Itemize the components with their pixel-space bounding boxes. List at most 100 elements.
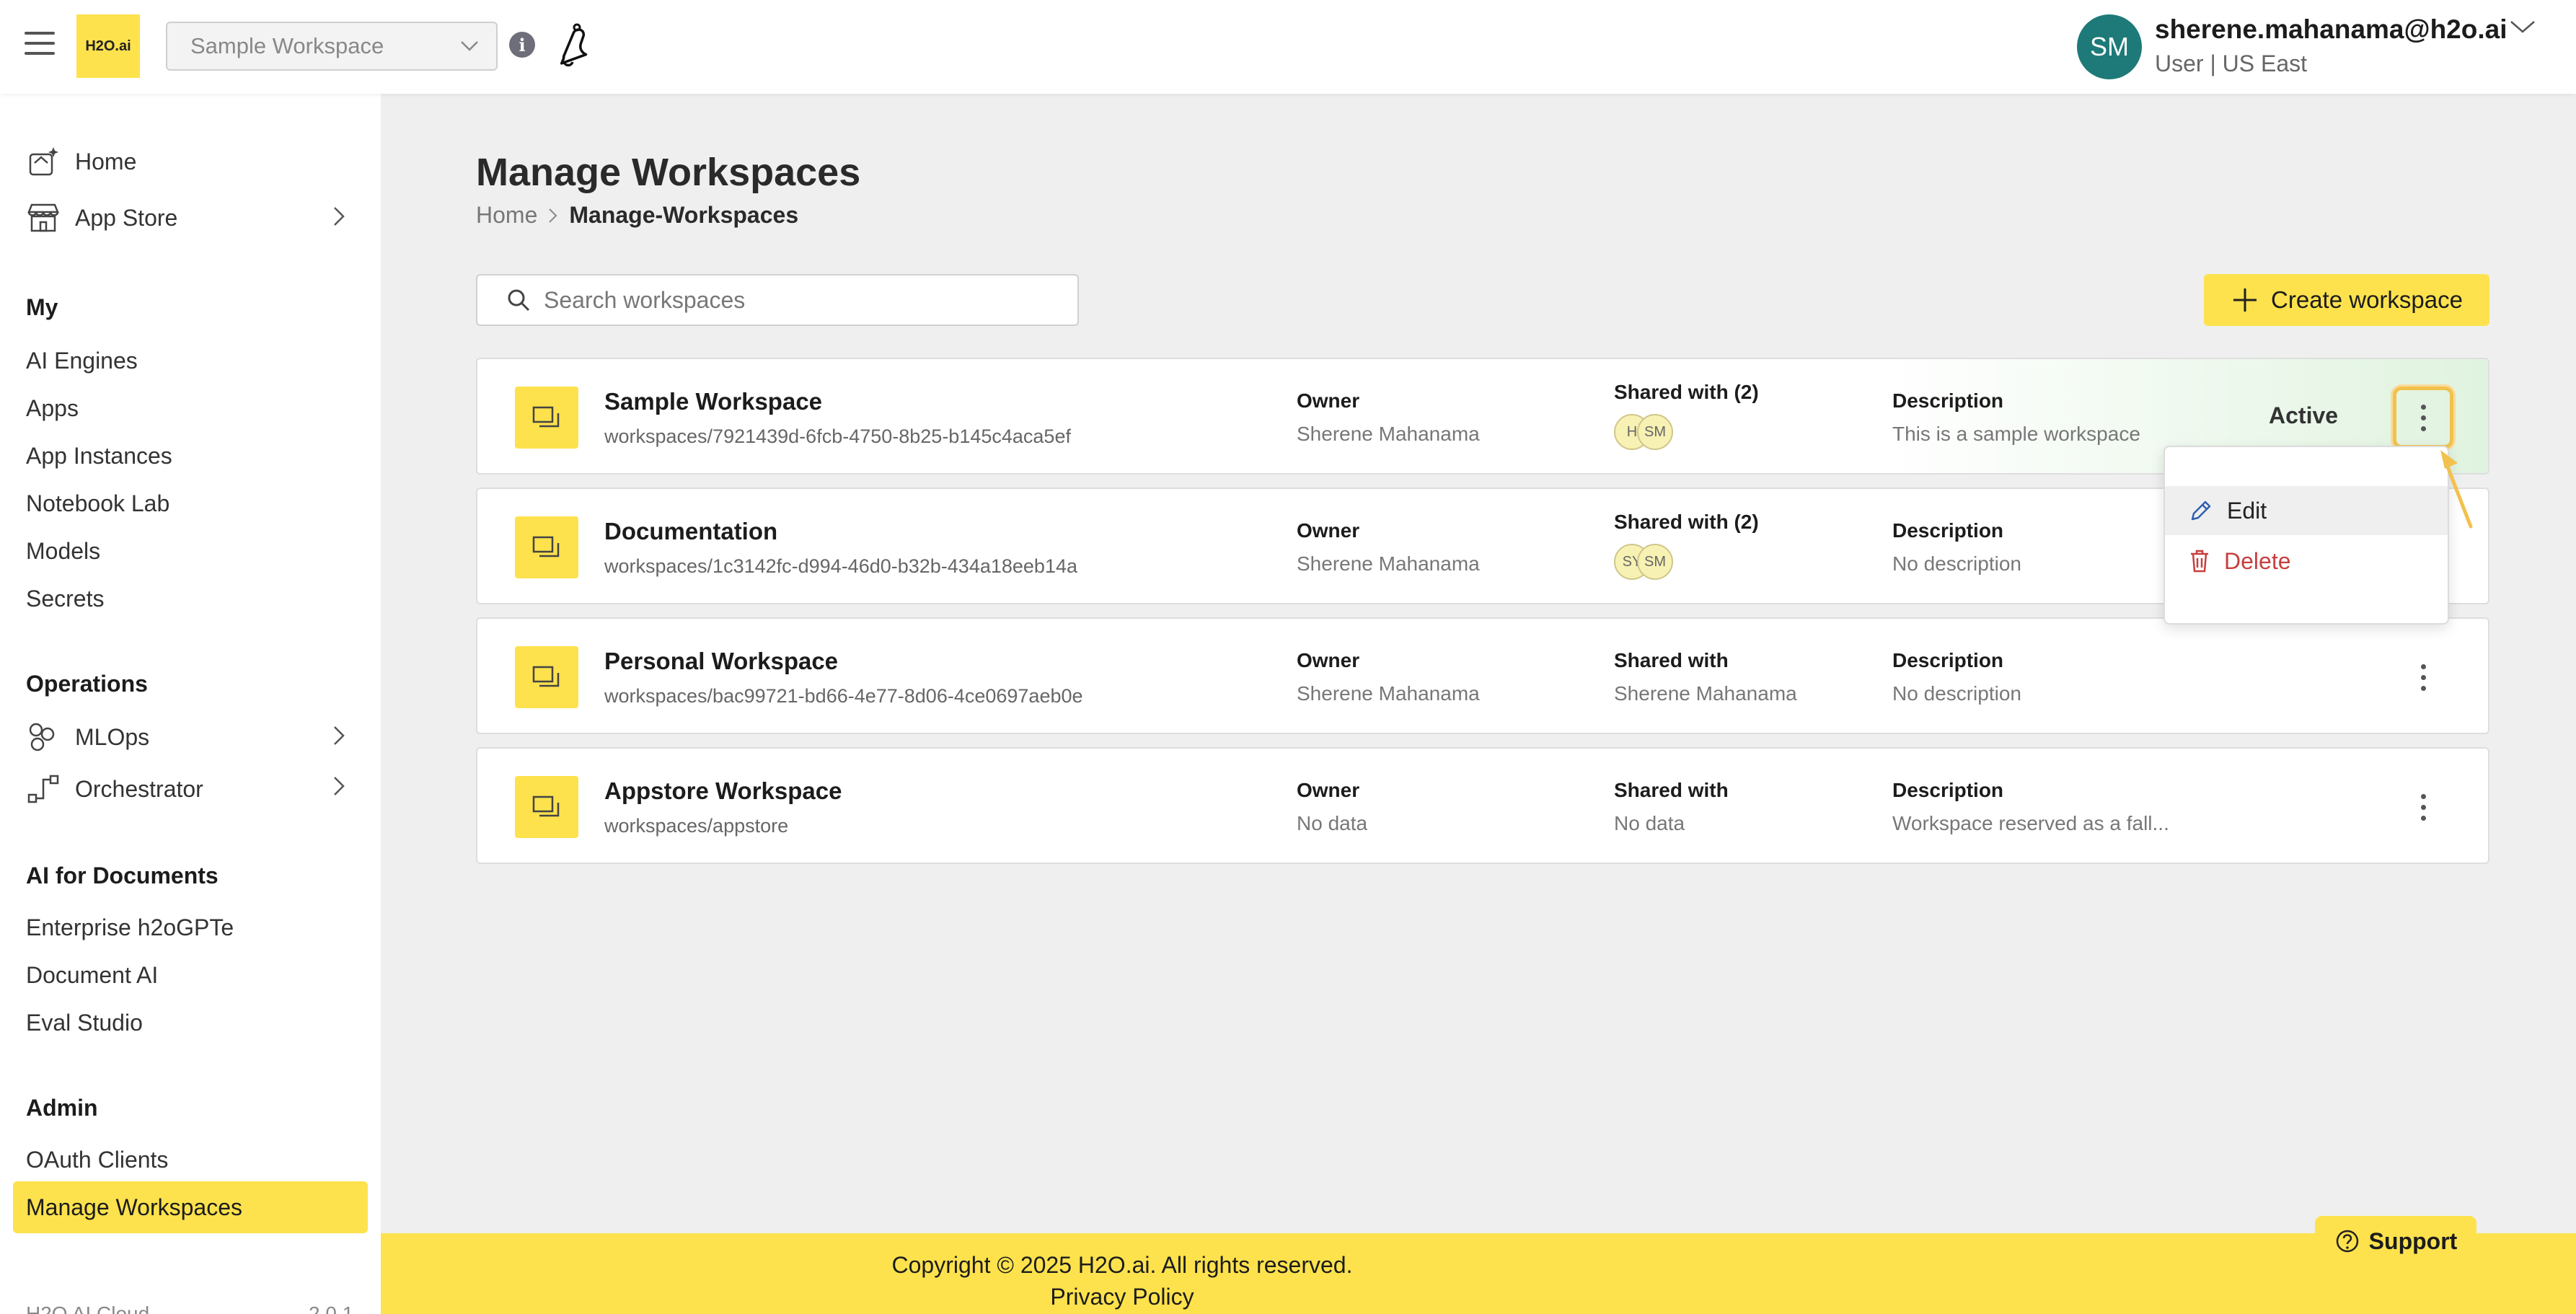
shared-avatars[interactable]: SY SM xyxy=(1614,544,1673,580)
orchestrator-icon xyxy=(27,775,59,803)
support-label: Support xyxy=(2368,1227,2458,1254)
workspace-icon xyxy=(515,776,578,838)
workspace-selector-value: Sample Workspace xyxy=(190,33,384,58)
breadcrumb-current: Manage-Workspaces xyxy=(569,202,799,228)
hamburger-menu-icon[interactable] xyxy=(25,32,55,61)
more-options-icon[interactable] xyxy=(2393,776,2453,838)
workspace-path: workspaces/bac99721-bd66-4e77-8d06-4ce06… xyxy=(604,685,1083,707)
user-email[interactable]: sherene.mahanama@h2o.ai xyxy=(2155,14,2507,45)
owner-value: Sherene Mahanama xyxy=(1297,682,1480,705)
home-icon xyxy=(29,147,58,176)
user-role-region: User | US East xyxy=(2155,50,2308,76)
privacy-policy-link[interactable]: Privacy Policy xyxy=(381,1284,1863,1310)
pencil-icon xyxy=(2191,501,2211,521)
status-badge: Active xyxy=(2269,402,2339,428)
delete-label: Delete xyxy=(2224,547,2291,574)
workspace-path: workspaces/1c3142fc-d994-46d0-b32b-434a1… xyxy=(604,555,1077,577)
annotation-arrow-icon xyxy=(2440,450,2473,529)
create-workspace-label: Create workspace xyxy=(2271,286,2463,313)
workspace-name[interactable]: Documentation xyxy=(604,518,777,545)
support-button[interactable]: Support xyxy=(2315,1216,2476,1266)
sidebar-item-app-store[interactable]: App Store xyxy=(26,200,177,235)
delete-menu-item[interactable]: Delete xyxy=(2165,537,2448,586)
workspace-path: workspaces/appstore xyxy=(604,815,789,837)
owner-value: Sherene Mahanama xyxy=(1297,423,1480,445)
breadcrumb-home[interactable]: Home xyxy=(476,202,537,229)
chevron-right-icon[interactable] xyxy=(330,203,348,229)
shared-avatar: SM xyxy=(1637,544,1673,580)
avatar[interactable]: SM xyxy=(2077,14,2142,79)
workspace-selector[interactable]: Sample Workspace xyxy=(166,22,498,71)
workspace-context-menu: Edit Delete xyxy=(2163,446,2449,625)
sidebar xyxy=(0,94,381,1314)
owner-label: Owner xyxy=(1297,519,1360,542)
sidebar-item-orchestrator[interactable]: Orchestrator xyxy=(26,772,203,806)
edit-menu-item[interactable]: Edit xyxy=(2165,486,2448,535)
shared-with-value: Sherene Mahanama xyxy=(1614,682,1797,705)
search-box[interactable] xyxy=(476,274,1079,326)
description-label: Description xyxy=(1892,649,2004,671)
sidebar-item-secrets[interactable]: Secrets xyxy=(26,586,104,612)
top-header: H2O.ai Sample Workspace i SM sherene.mah… xyxy=(0,0,2576,94)
owner-label: Owner xyxy=(1297,779,1360,801)
sidebar-item-oauth-clients[interactable]: OAuth Clients xyxy=(26,1147,168,1173)
mlops-icon xyxy=(29,723,55,751)
sidebar-section-my: My xyxy=(26,294,58,320)
sidebar-item-ai-engines[interactable]: AI Engines xyxy=(26,348,138,374)
chevron-right-icon[interactable] xyxy=(330,723,348,749)
store-icon xyxy=(27,203,59,232)
sidebar-item-mlops[interactable]: MLOps xyxy=(26,720,149,754)
chevron-down-icon[interactable] xyxy=(2508,16,2537,38)
description-value: No description xyxy=(1892,552,2021,575)
sidebar-item-home[interactable]: Home xyxy=(26,144,136,179)
shared-with-label: Shared with xyxy=(1614,649,1729,671)
info-icon[interactable]: i xyxy=(509,32,535,58)
description-label: Description xyxy=(1892,519,2004,542)
owner-value: No data xyxy=(1297,812,1368,834)
copyright-text: Copyright © 2025 H2O.ai. All rights rese… xyxy=(891,1252,1353,1278)
sidebar-section-operations: Operations xyxy=(26,671,148,697)
workspace-name[interactable]: Appstore Workspace xyxy=(604,777,842,805)
sidebar-item-label: App Store xyxy=(75,204,178,231)
search-input[interactable] xyxy=(544,286,1049,314)
sidebar-item-eval-studio[interactable]: Eval Studio xyxy=(26,1010,143,1036)
workspace-name[interactable]: Sample Workspace xyxy=(604,388,822,415)
workspace-path: workspaces/7921439d-6fcb-4750-8b25-b145c… xyxy=(604,425,1071,447)
chevron-down-icon xyxy=(461,41,478,51)
chevron-right-icon xyxy=(549,208,557,223)
sidebar-item-models[interactable]: Models xyxy=(26,538,100,565)
description-value: Workspace reserved as a fall... xyxy=(1892,812,2169,834)
version-label: H2O AI Cloud xyxy=(26,1302,150,1314)
sidebar-item-label: Home xyxy=(75,148,137,175)
shared-with-label: Shared with (2) xyxy=(1614,381,1759,403)
create-workspace-button[interactable]: Create workspace xyxy=(2204,274,2489,326)
workspace-row[interactable]: Personal Workspace workspaces/bac99721-b… xyxy=(476,617,2489,734)
workspace-name[interactable]: Personal Workspace xyxy=(604,648,838,675)
description-value: No description xyxy=(1892,682,2021,705)
shared-with-label: Shared with (2) xyxy=(1614,511,1759,533)
description-label: Description xyxy=(1892,779,2004,801)
h2o-logo[interactable]: H2O.ai xyxy=(76,14,140,78)
sidebar-item-enterprise-h2ogpte[interactable]: Enterprise h2oGPTe xyxy=(26,914,234,941)
help-circle-icon xyxy=(2336,1230,2358,1253)
chevron-right-icon[interactable] xyxy=(330,773,348,799)
sidebar-item-document-ai[interactable]: Document AI xyxy=(26,962,158,989)
workspace-row[interactable]: Appstore Workspace workspaces/appstore O… xyxy=(476,747,2489,864)
edit-label: Edit xyxy=(2227,497,2267,524)
sidebar-item-label: Orchestrator xyxy=(75,775,203,802)
more-options-icon[interactable] xyxy=(2393,646,2453,708)
workspace-icon xyxy=(515,516,578,578)
sidebar-item-apps[interactable]: Apps xyxy=(26,395,79,422)
owner-label: Owner xyxy=(1297,389,1360,412)
sidebar-section-ai-for-documents: AI for Documents xyxy=(26,863,219,889)
sidebar-item-label: MLOps xyxy=(75,723,150,750)
shared-avatars[interactable]: H SM xyxy=(1614,414,1673,450)
more-options-icon[interactable] xyxy=(2393,387,2453,449)
workspace-icon xyxy=(515,387,578,449)
owner-label: Owner xyxy=(1297,649,1360,671)
notification-bell-icon[interactable] xyxy=(545,19,597,71)
shared-avatar: SM xyxy=(1637,414,1673,450)
footer: Copyright © 2025 H2O.ai. All rights rese… xyxy=(381,1233,2576,1314)
sidebar-item-notebook-lab[interactable]: Notebook Lab xyxy=(26,490,169,517)
sidebar-item-app-instances[interactable]: App Instances xyxy=(26,443,172,469)
